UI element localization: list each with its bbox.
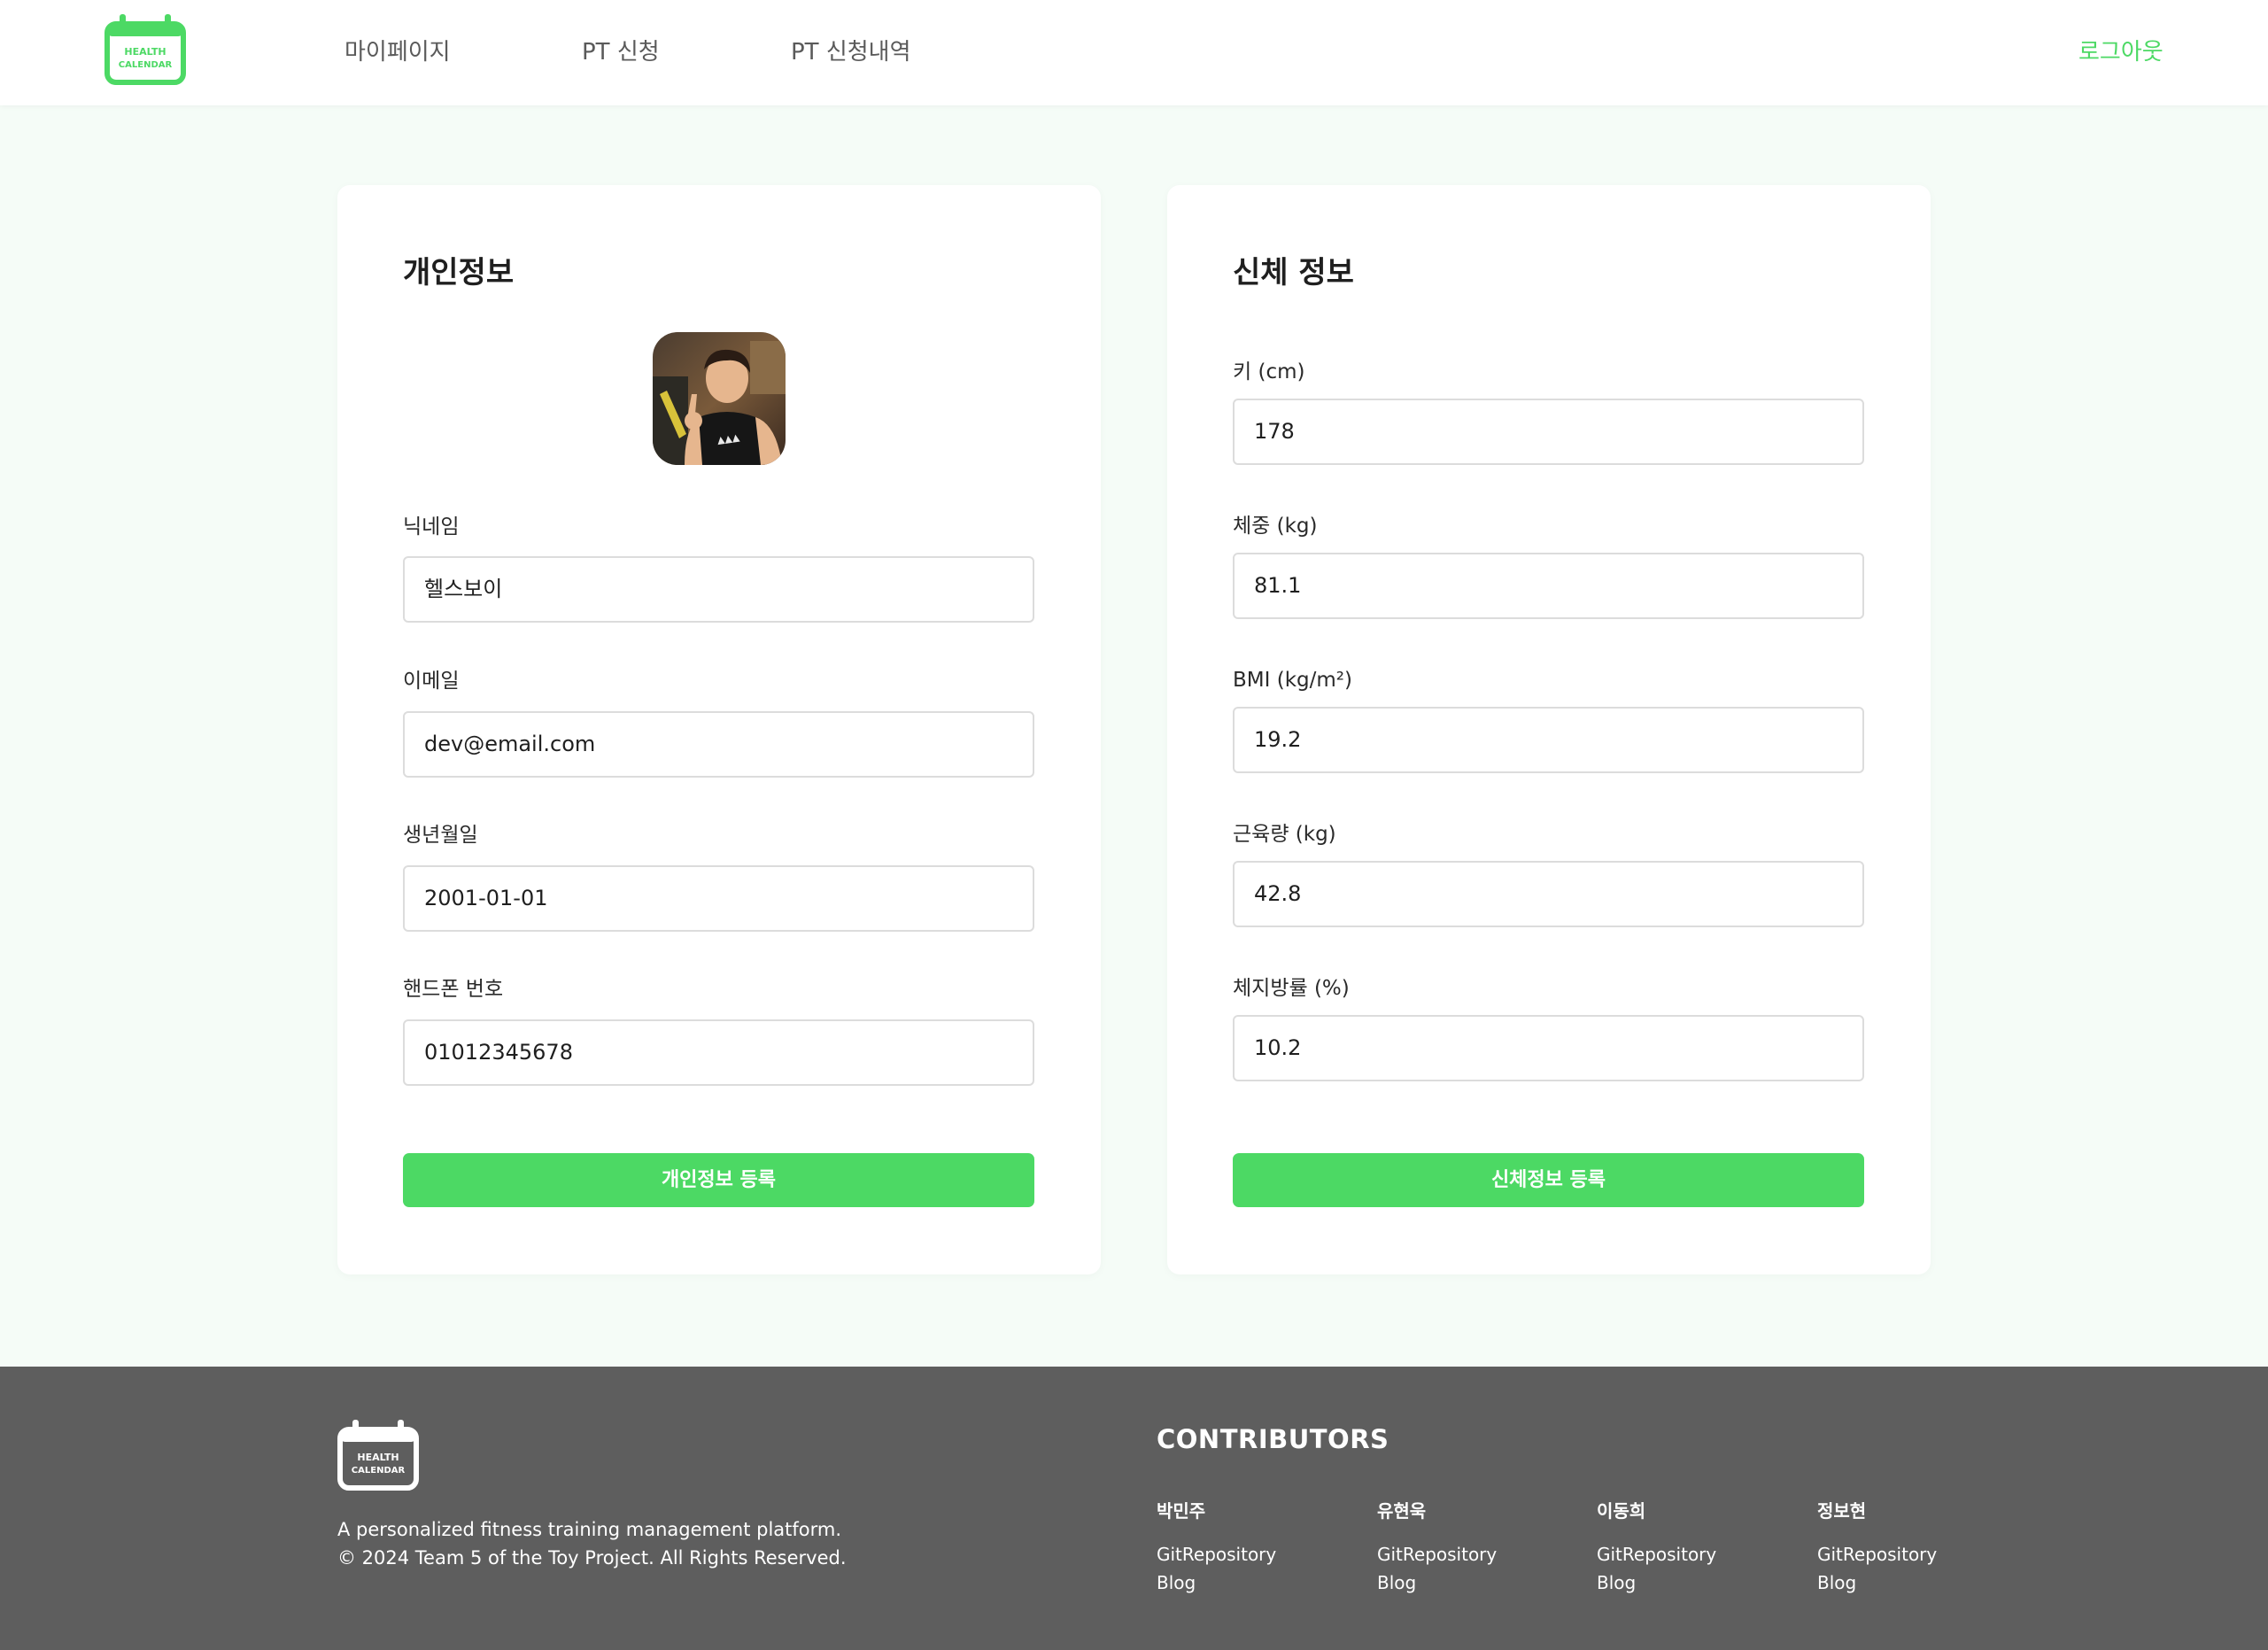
body-info-card: 신체 정보 키 (cm) 178 체중 (kg) 81.1 BMI (kg/m²…: [1167, 185, 1931, 1274]
bmi-input[interactable]: 19.2: [1233, 707, 1864, 773]
contributor-name: 유현욱: [1377, 1500, 1427, 1522]
git-repository-link[interactable]: GitRepository: [1157, 1540, 1360, 1569]
logout-button[interactable]: 로그아웃: [2078, 35, 2164, 69]
body-fat-input[interactable]: 10.2: [1233, 1015, 1864, 1081]
profile-photo: ▲▲▲: [653, 332, 786, 465]
weight-label: 체중 (kg): [1233, 515, 1318, 538]
footer-copyright: © 2024 Team 5 of the Toy Project. All Ri…: [337, 1547, 847, 1569]
svg-text:HEALTH: HEALTH: [357, 1452, 399, 1463]
calendar-icon: HEALTH CALENDAR: [104, 14, 186, 85]
contributor-name: 정보현: [1817, 1500, 1867, 1522]
blog-link[interactable]: Blog: [1377, 1569, 1581, 1597]
nav-pt-history[interactable]: PT 신청내역: [791, 35, 911, 69]
body-fat-label: 체지방률 (%): [1233, 977, 1350, 1000]
contributor-name: 박민주: [1157, 1500, 1206, 1522]
birthdate-label: 생년월일: [403, 824, 478, 847]
svg-text:HEALTH: HEALTH: [124, 46, 166, 58]
svg-text:CALENDAR: CALENDAR: [352, 1466, 406, 1476]
blog-link[interactable]: Blog: [1157, 1569, 1360, 1597]
footer-description: A personalized fitness training manageme…: [337, 1515, 847, 1572]
height-label: 키 (cm): [1233, 360, 1305, 383]
muscle-mass-label: 근육량 (kg): [1233, 823, 1336, 846]
git-repository-link[interactable]: GitRepository: [1377, 1540, 1581, 1569]
calendar-icon: HEALTH CALENDAR: [337, 1420, 419, 1491]
phone-label: 핸드폰 번호: [403, 978, 504, 1001]
nickname-input[interactable]: 헬스보이: [403, 556, 1034, 623]
health-calendar-logo[interactable]: HEALTH CALENDAR: [104, 14, 186, 85]
footer: HEALTH CALENDAR A personalized fitness t…: [0, 1367, 2268, 1650]
git-repository-link[interactable]: GitRepository: [1817, 1540, 2021, 1569]
contributor-column: 박민주 GitRepository Blog: [1157, 1498, 1360, 1597]
footer-logo: HEALTH CALENDAR: [337, 1420, 419, 1491]
blog-link[interactable]: Blog: [1597, 1569, 1800, 1597]
email-input[interactable]: dev@email.com: [403, 711, 1034, 778]
email-label: 이메일: [403, 670, 460, 693]
personal-info-title: 개인정보: [403, 255, 515, 290]
body-info-title: 신체 정보: [1233, 255, 1354, 290]
weight-input[interactable]: 81.1: [1233, 553, 1864, 619]
bmi-label: BMI (kg/m²): [1233, 669, 1352, 692]
avatar[interactable]: ▲▲▲: [653, 332, 786, 465]
svg-text:CALENDAR: CALENDAR: [119, 60, 173, 70]
personal-info-submit-button[interactable]: 개인정보 등록: [403, 1153, 1034, 1207]
height-input[interactable]: 178: [1233, 399, 1864, 465]
footer-tagline: A personalized fitness training manageme…: [337, 1519, 842, 1540]
body-info-submit-button[interactable]: 신체정보 등록: [1233, 1153, 1864, 1207]
nav-mypage[interactable]: 마이페이지: [344, 35, 451, 69]
muscle-mass-input[interactable]: 42.8: [1233, 861, 1864, 927]
nav-pt-apply[interactable]: PT 신청: [582, 35, 660, 69]
contributor-column: 유현욱 GitRepository Blog: [1377, 1498, 1581, 1597]
personal-info-card: 개인정보 ▲▲▲ 닉네임 헬스보이 이메일 dev@email.com 생년월일…: [337, 185, 1101, 1274]
contributor-column: 이동희 GitRepository Blog: [1597, 1498, 1800, 1597]
contributor-column: 정보현 GitRepository Blog: [1817, 1498, 2021, 1597]
nickname-label: 닉네임: [403, 515, 460, 538]
git-repository-link[interactable]: GitRepository: [1597, 1540, 1800, 1569]
contributors-title: CONTRIBUTORS: [1157, 1424, 1389, 1454]
top-navbar: HEALTH CALENDAR 마이페이지 PT 신청 PT 신청내역 로그아웃: [0, 0, 2268, 105]
phone-input[interactable]: 01012345678: [403, 1019, 1034, 1086]
birthdate-input[interactable]: 2001-01-01: [403, 865, 1034, 932]
blog-link[interactable]: Blog: [1817, 1569, 2021, 1597]
contributor-name: 이동희: [1597, 1500, 1646, 1522]
